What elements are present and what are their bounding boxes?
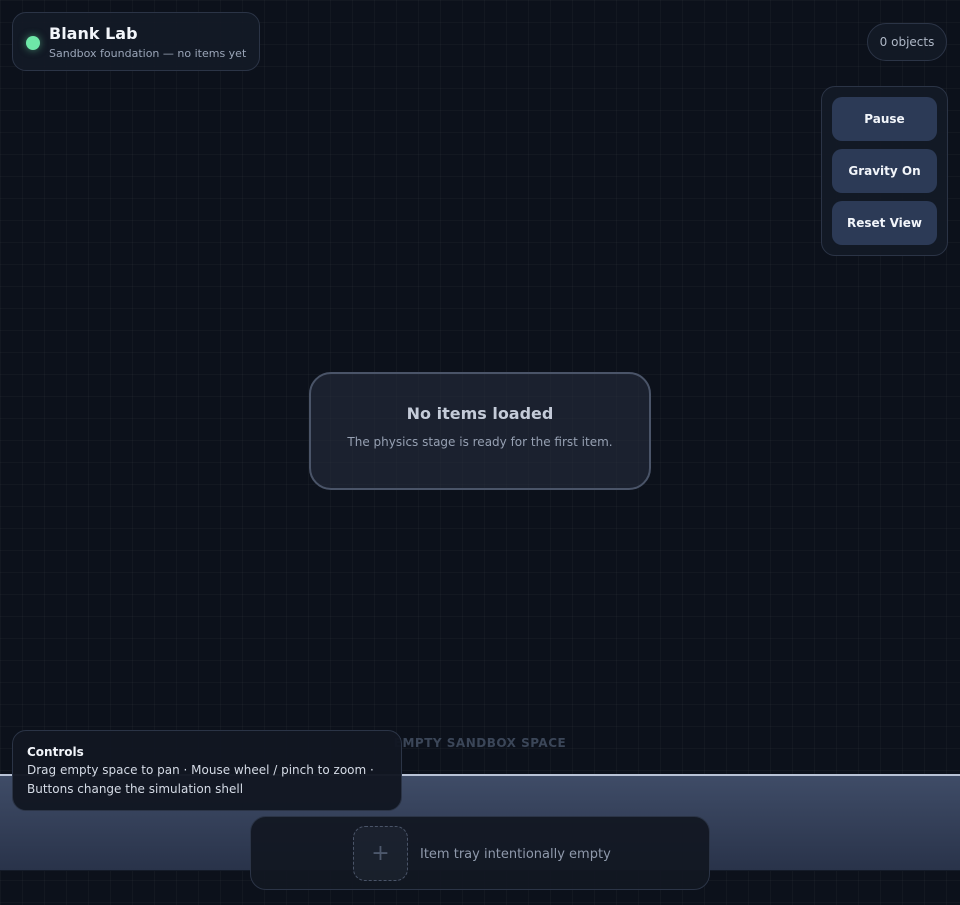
empty-state-title: No items loaded	[406, 404, 554, 423]
tray-empty-label: Item tray intentionally empty	[420, 847, 611, 862]
help-title: Controls	[27, 745, 84, 759]
tray-slot[interactable]: +	[353, 826, 408, 881]
simulation-control-panel: Pause Gravity On Reset View	[821, 86, 948, 256]
pause-button[interactable]: Pause	[832, 97, 937, 141]
help-text: Drag empty space to pan · Mouse wheel / …	[27, 763, 374, 796]
status-indicator-dot	[26, 36, 40, 50]
app-title: Blank Lab	[49, 24, 138, 43]
empty-state-card: No items loaded The physics stage is rea…	[309, 372, 651, 490]
app-subtitle: Sandbox foundation — no items yet	[49, 47, 247, 60]
object-count-badge: 0 objects	[867, 23, 947, 61]
controls-help-card: Controls Drag empty space to pan · Mouse…	[12, 730, 402, 811]
reset-view-button[interactable]: Reset View	[832, 201, 937, 245]
empty-state-description: The physics stage is ready for the first…	[347, 435, 613, 449]
gravity-toggle-button[interactable]: Gravity On	[832, 149, 937, 193]
app-title-card: Blank Lab Sandbox foundation — no items …	[12, 12, 260, 71]
item-tray: + Item tray intentionally empty	[250, 816, 710, 890]
plus-icon: +	[371, 841, 390, 866]
